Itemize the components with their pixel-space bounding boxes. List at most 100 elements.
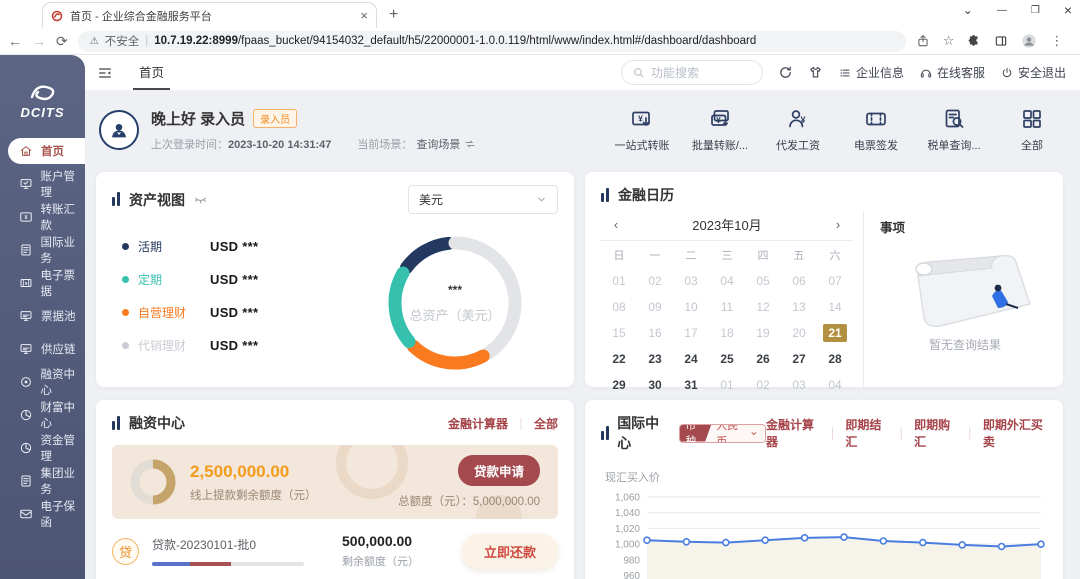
menu-kebab-icon[interactable]: ⋮ — [1050, 33, 1063, 49]
quick-action-1[interactable]: ¥批量转账/... — [692, 107, 748, 153]
quick-action-3[interactable]: 电票签发 — [848, 107, 904, 153]
current-scene[interactable]: 当前场景：查询场景 — [357, 136, 476, 152]
calendar-day[interactable]: 09 — [637, 294, 673, 320]
financing-link-1[interactable]: 全部 — [534, 415, 558, 432]
calendar-day[interactable]: 01 — [601, 268, 637, 294]
calendar-day[interactable]: 31 — [673, 372, 709, 398]
quick-action-4[interactable]: 税单查询... — [926, 107, 982, 153]
sidebar-item-7[interactable]: 融资中心 — [8, 369, 85, 395]
quick-action-5[interactable]: 全部 — [1004, 107, 1060, 153]
calendar-day[interactable]: 13 — [781, 294, 817, 320]
header-action-0[interactable]: 企业信息 — [838, 64, 904, 81]
sidebar-item-2[interactable]: ¥转账汇款 — [8, 204, 85, 230]
calendar-day[interactable]: 16 — [637, 320, 673, 346]
side-panel-icon[interactable] — [994, 34, 1008, 48]
calendar-day[interactable]: 04 — [709, 268, 745, 294]
calendar-next-icon[interactable]: › — [823, 217, 853, 232]
data-point[interactable] — [802, 535, 808, 541]
calendar-day[interactable]: 02 — [745, 372, 781, 398]
window-restore-menu-icon[interactable]: ⌄ — [963, 3, 973, 17]
url-bar[interactable]: ⚠ 不安全 | 10.7.19.22:8999/fpaas_bucket/941… — [78, 31, 906, 52]
data-point[interactable] — [1038, 541, 1044, 547]
currency-filter[interactable]: 币种 人民币 — [679, 424, 766, 443]
window-close-icon[interactable]: × — [1064, 2, 1072, 18]
data-point[interactable] — [683, 539, 689, 545]
calendar-day[interactable]: 10 — [673, 294, 709, 320]
collapse-menu-icon[interactable] — [97, 65, 113, 81]
quick-action-0[interactable]: ¥一站式转账 — [614, 107, 670, 153]
sidebar-item-10[interactable]: 集团业务 — [8, 468, 85, 494]
sidebar-item-0[interactable]: 首页 — [8, 138, 85, 164]
calendar-day[interactable]: 24 — [673, 346, 709, 372]
calendar-day[interactable]: 05 — [745, 268, 781, 294]
repay-button[interactable]: 立即还款 — [462, 534, 558, 569]
intl-link-3[interactable]: 即期外汇买卖 — [983, 416, 1047, 450]
calendar-day[interactable]: 20 — [781, 320, 817, 346]
calendar-day-selected[interactable]: 21 — [817, 320, 853, 346]
calendar-day[interactable]: 19 — [745, 320, 781, 346]
calendar-day[interactable]: 27 — [781, 346, 817, 372]
share-icon[interactable] — [916, 34, 930, 48]
calendar-day[interactable]: 08 — [601, 294, 637, 320]
calendar-day[interactable]: 30 — [637, 372, 673, 398]
eye-off-icon[interactable] — [193, 192, 208, 207]
sidebar-item-8[interactable]: 财富中心 — [8, 402, 85, 428]
calendar-day[interactable]: 04 — [817, 372, 853, 398]
refresh-icon[interactable] — [778, 65, 793, 80]
data-point[interactable] — [762, 537, 768, 543]
data-point[interactable] — [999, 544, 1005, 550]
calendar-day[interactable]: 12 — [745, 294, 781, 320]
data-point[interactable] — [723, 540, 729, 546]
calendar-day[interactable]: 25 — [709, 346, 745, 372]
sidebar-item-3[interactable]: 国际业务 — [8, 237, 85, 263]
data-point[interactable] — [841, 534, 847, 540]
calendar-day[interactable]: 26 — [745, 346, 781, 372]
sidebar-item-4[interactable]: ¥电子票据 — [8, 270, 85, 296]
switch-scene-icon[interactable] — [464, 138, 476, 150]
sidebar-item-5[interactable]: 票据池 — [8, 303, 85, 329]
sidebar-item-11[interactable]: 电子保函 — [8, 501, 85, 527]
new-tab-button[interactable]: + — [389, 6, 398, 24]
search-input[interactable]: 功能搜索 — [621, 60, 763, 85]
bookmark-star-icon[interactable]: ☆ — [943, 33, 955, 49]
calendar-day[interactable]: 28 — [817, 346, 853, 372]
calendar-day[interactable]: 17 — [673, 320, 709, 346]
calendar-day[interactable]: 03 — [673, 268, 709, 294]
extensions-icon[interactable] — [967, 34, 981, 48]
sidebar-item-9[interactable]: 资金管理 — [8, 435, 85, 461]
calendar-day[interactable]: 14 — [817, 294, 853, 320]
sidebar-item-1[interactable]: 账户管理 — [8, 171, 85, 197]
intl-link-1[interactable]: 即期结汇 — [845, 416, 888, 450]
back-icon[interactable]: ← — [8, 33, 22, 49]
header-action-1[interactable]: 在线客服 — [919, 64, 985, 81]
tab-close-icon[interactable]: × — [360, 8, 368, 23]
calendar-day[interactable]: 18 — [709, 320, 745, 346]
intl-link-0[interactable]: 金融计算器 — [766, 416, 819, 450]
window-maximize-icon[interactable]: ❐ — [1031, 5, 1040, 16]
intl-link-2[interactable]: 即期购汇 — [914, 416, 957, 450]
profile-avatar-icon[interactable] — [1021, 33, 1037, 49]
loan-apply-button[interactable]: 贷款申请 — [458, 455, 540, 486]
calendar-day[interactable]: 01 — [709, 372, 745, 398]
calendar-prev-icon[interactable]: ‹ — [601, 217, 631, 232]
header-action-2[interactable]: 安全退出 — [1000, 64, 1066, 81]
reload-icon[interactable]: ⟳ — [56, 33, 68, 50]
calendar-day[interactable]: 02 — [637, 268, 673, 294]
calendar-day[interactable]: 29 — [601, 372, 637, 398]
data-point[interactable] — [920, 540, 926, 546]
quick-action-2[interactable]: ¥代发工资 — [770, 107, 826, 153]
data-point[interactable] — [644, 537, 650, 543]
window-minimize-icon[interactable]: — — [997, 5, 1007, 16]
calendar-day[interactable]: 11 — [709, 294, 745, 320]
sidebar-item-6[interactable]: 供应链 — [8, 336, 85, 362]
calendar-day[interactable]: 15 — [601, 320, 637, 346]
calendar-day[interactable]: 22 — [601, 346, 637, 372]
calendar-day[interactable]: 06 — [781, 268, 817, 294]
page-tab-home[interactable]: 首页 — [133, 55, 170, 90]
theme-skin-icon[interactable] — [808, 65, 823, 80]
currency-select[interactable]: 美元 — [408, 185, 558, 214]
data-point[interactable] — [959, 542, 965, 548]
calendar-day[interactable]: 03 — [781, 372, 817, 398]
data-point[interactable] — [880, 538, 886, 544]
calendar-day[interactable]: 23 — [637, 346, 673, 372]
